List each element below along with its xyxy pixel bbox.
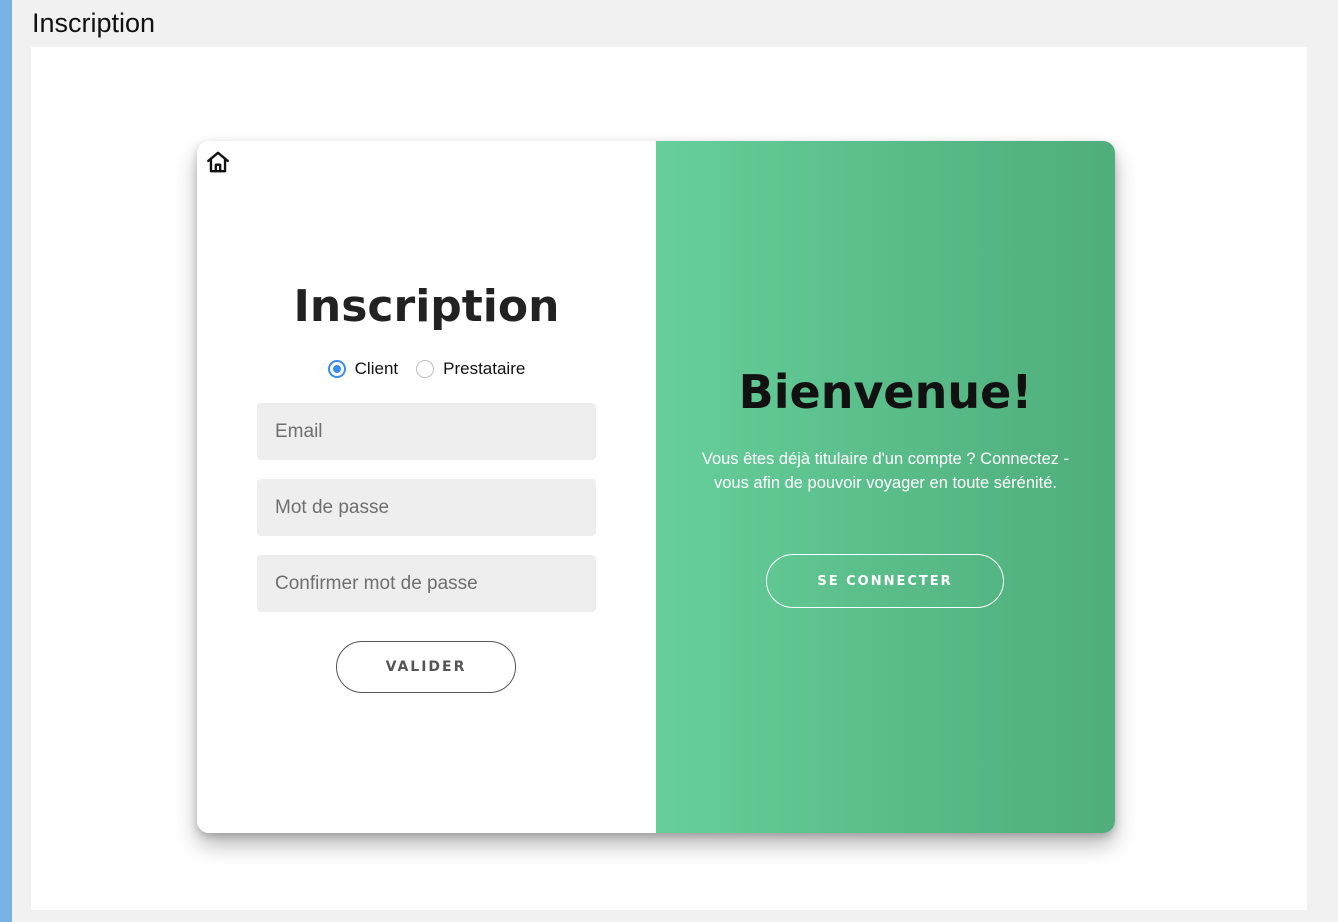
role-option-client[interactable]: Client xyxy=(327,359,399,379)
home-icon[interactable] xyxy=(205,149,231,175)
client-radio[interactable] xyxy=(327,360,346,378)
signup-panel: Inscription Client Prestataire VALIDER xyxy=(197,141,656,833)
auth-card: Inscription Client Prestataire VALIDER xyxy=(197,141,1115,833)
welcome-panel: Bienvenue! Vous êtes déjà titulaire d'un… xyxy=(656,141,1115,833)
prestataire-radio[interactable] xyxy=(416,360,435,378)
submit-button[interactable]: VALIDER xyxy=(336,641,516,693)
client-label: Client xyxy=(354,359,399,378)
prestataire-label: Prestataire xyxy=(443,359,526,378)
welcome-text: Vous êtes déjà titulaire d'un compte ? C… xyxy=(701,450,1070,492)
content-canvas: Inscription Client Prestataire VALIDER xyxy=(31,47,1307,910)
role-option-prestataire[interactable]: Prestataire xyxy=(416,359,525,379)
left-accent-bar xyxy=(0,0,12,922)
app-frame: Inscription Inscription Client Prestatai… xyxy=(0,0,1338,922)
role-selector: Client Prestataire xyxy=(197,359,656,379)
signup-title: Inscription xyxy=(293,281,560,332)
welcome-title: Bienvenue! xyxy=(738,365,1033,419)
login-button[interactable]: SE CONNECTER xyxy=(766,554,1004,608)
password-input[interactable] xyxy=(257,479,596,536)
email-input[interactable] xyxy=(257,403,596,460)
confirm-password-input[interactable] xyxy=(257,555,596,612)
page-heading: Inscription xyxy=(32,8,156,38)
